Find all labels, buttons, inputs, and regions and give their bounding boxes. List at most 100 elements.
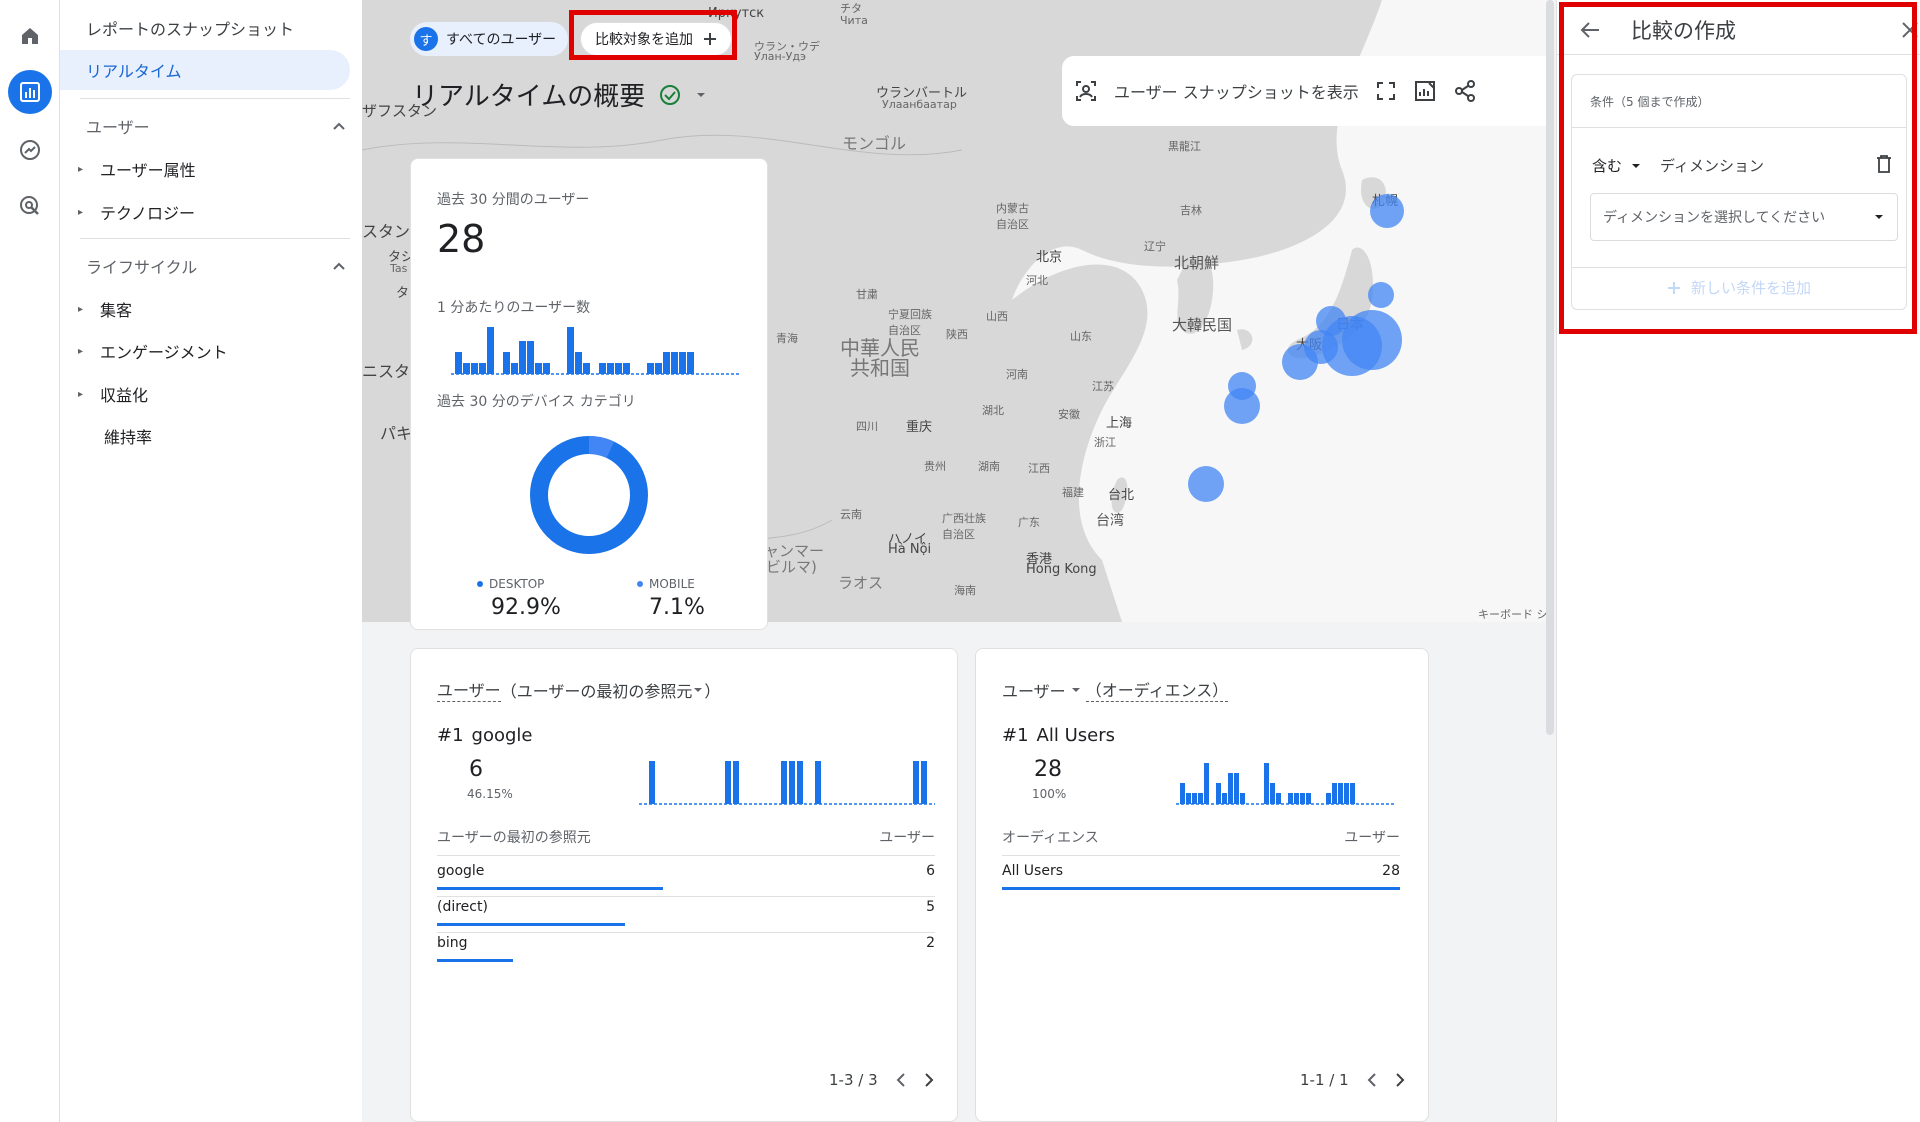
map-label: 福建 [1062,486,1084,499]
map-user-bubble[interactable] [1224,388,1260,424]
map-label: 北朝鮮 [1174,254,1220,272]
minute-bar [519,341,526,374]
sidebar-item-engagement[interactable]: ▸ エンゲージメント [78,339,228,363]
highlight-box [1559,2,1917,334]
spark-bar [1240,793,1245,804]
map-user-bubble[interactable] [1368,282,1394,308]
expand-triangle-icon: ▸ [78,163,84,175]
spark-bar [1222,793,1227,804]
column-header-metric: ユーザー [879,830,935,846]
chevron-right-icon[interactable] [924,1073,934,1087]
map-user-bubble[interactable] [1342,310,1402,370]
caret-down-icon[interactable] [695,89,707,101]
table-pager: 1-1 / 1 [1300,1071,1405,1089]
home-icon[interactable] [8,14,52,58]
map-label: 青海 [776,332,798,345]
sidebar-section-lifecycle[interactable]: ライフサイクル [86,254,346,278]
metric-selector[interactable]: ユーザー [437,677,501,702]
spark-bar [1306,793,1311,804]
reports-icon[interactable] [8,70,52,114]
row-name: google [437,863,485,879]
map-user-bubble[interactable] [1370,194,1404,228]
table-row[interactable]: All Users 28 [1002,861,1400,897]
sidebar-item-monetization[interactable]: ▸ 収益化 [78,382,148,406]
expand-triangle-icon: ▸ [78,206,84,218]
map-label: 内蒙古自治区 [996,202,1029,231]
map-label: タ [396,286,410,301]
share-icon[interactable] [1453,79,1477,103]
row-value: 28 [1382,863,1400,879]
row-value: 2 [926,935,935,951]
table-row[interactable]: google 6 [437,861,935,897]
map-label: 吉林 [1180,204,1202,217]
map-label: Улан-Удэ [754,50,806,63]
fullscreen-icon[interactable] [1375,80,1397,102]
realtime-users-card: 過去 30 分間のユーザー 28 1 分あたりのユーザー数 過去 30 分のデバ… [410,158,768,630]
caret-down-icon[interactable] [1070,684,1082,696]
sidebar-item-technology[interactable]: ▸ テクノロジー [78,200,195,224]
map-user-bubble[interactable] [1188,466,1224,502]
caret-down-icon[interactable] [692,684,704,696]
sidebar-item-label: エンゲージメント [100,343,228,362]
comparison-panel: 比較の作成 条件（5 個まで作成） 含む ディメンション ディメンションを選択し… [1556,0,1920,1122]
map-label: 安徽 [1058,408,1080,421]
spark-bar [1276,793,1281,804]
spark-bar [1204,763,1209,804]
table-header: ユーザーの最初の参照元 ユーザー [437,827,935,856]
spark-bar [1228,773,1233,804]
sidebar-section-user[interactable]: ユーザー [86,114,346,138]
top-item: #1 google [437,725,533,746]
table-row[interactable]: bing 2 [437,933,935,969]
sidebar-item-snapshot[interactable]: レポートのスナップショット [60,8,350,48]
sidebar-item-user-attributes[interactable]: ▸ ユーザー属性 [78,157,196,181]
minute-bar [479,363,486,374]
explore-icon[interactable] [8,128,52,172]
desktop-share-value: 92.9% [491,595,561,620]
device-donut-chart [530,435,648,554]
dimension-selector[interactable]: （ユーザーの最初の参照元 [501,678,693,702]
expand-triangle-icon: ▸ [78,388,84,400]
chevron-right-icon[interactable] [1395,1073,1405,1087]
sidebar-item-acquisition[interactable]: ▸ 集客 [78,297,132,321]
mobile-share-value: 7.1% [649,595,705,620]
top-value: 28 [1034,757,1062,782]
source-sparkline [639,761,935,805]
user-snapshot-button[interactable]: ユーザー スナップショットを表示 [1114,79,1359,103]
spark-bar [1264,763,1269,804]
metric-selector[interactable]: ユーザー [1002,678,1066,702]
advertising-icon[interactable] [8,184,52,228]
dimension-selector[interactable]: （オーディエンス） [1085,677,1229,702]
map-label: 台北 [1108,488,1135,503]
sidebar-item-label: ユーザー属性 [100,161,196,180]
spark-bar [913,761,919,804]
top-name: google [471,725,533,746]
map-label: Tas [390,262,408,275]
spark-bar [921,761,927,804]
spark-bar [1326,793,1331,804]
users-30min-label: 過去 30 分間のユーザー [437,192,590,208]
card-title-close: ） [704,681,721,701]
map-user-bubble[interactable] [1282,344,1318,380]
map-label: Hong Kong [1026,562,1097,577]
chevron-left-icon[interactable] [896,1073,906,1087]
page-scrollbar[interactable] [1546,0,1554,735]
minute-bar [511,363,518,374]
chevron-left-icon[interactable] [1367,1073,1377,1087]
sidebar-item-realtime[interactable]: リアルタイム [60,50,350,90]
map-label: 广西壮族自治区 [942,512,986,541]
map-label: Улаанбаатар [882,98,957,111]
sidebar-item-retention[interactable]: 維持率 [104,424,152,448]
spark-bar [1288,793,1293,804]
minute-bar [567,327,574,374]
spark-bar [797,761,803,804]
customize-report-icon[interactable] [1413,79,1437,103]
map-label: 甘粛 [856,288,878,301]
spark-bar [1198,793,1203,804]
map-label: 江西 [1028,462,1050,475]
map-label: スタン [362,222,411,241]
map-label: モンゴル [842,134,907,153]
row-proportion-bar [1002,887,1400,890]
segment-chip-all-users[interactable]: す すべてのユーザー [410,22,569,56]
map-label: ビルマ) [766,558,817,576]
table-row[interactable]: (direct) 5 [437,897,935,933]
